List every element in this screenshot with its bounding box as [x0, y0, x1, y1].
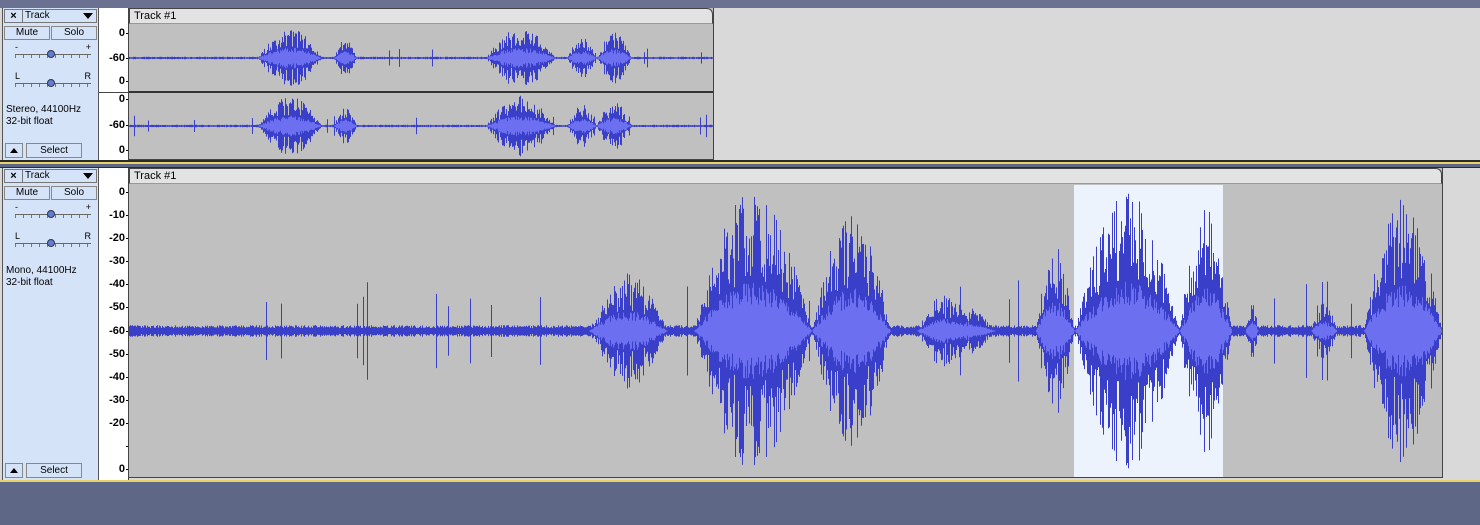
ruler-label: -40 [109, 371, 128, 383]
track-sample-format: 32-bit float [6, 277, 53, 288]
track-format: Stereo, 44100Hz [6, 104, 82, 115]
pan-left-label: L [15, 231, 21, 241]
gain-minus-label: - [15, 42, 18, 52]
slider-thumb[interactable] [47, 239, 55, 247]
gain-slider[interactable]: - + [11, 42, 91, 61]
gain-plus-label: + [85, 202, 91, 212]
ruler-label: -20 [109, 417, 128, 429]
ruler-label: -30 [109, 394, 128, 406]
waveform-right-channel[interactable] [129, 93, 713, 159]
pan-slider[interactable]: L R [11, 231, 92, 250]
audio-clip[interactable]: Track #1 [128, 8, 714, 160]
slider-thumb[interactable] [47, 50, 55, 58]
track-control-panel[interactable]: × Track Mute Solo - + L R [2, 8, 99, 160]
audio-clip[interactable]: Track #1 [128, 168, 1443, 478]
ruler-label: 0 [118, 93, 129, 105]
slider-thumb[interactable] [47, 210, 55, 218]
select-track-button[interactable]: Select [26, 143, 82, 158]
ruler-label: -50 [109, 348, 128, 360]
ruler-label: -30 [109, 255, 128, 267]
track-control-panel[interactable]: × Track Mute Solo - + L R [2, 168, 99, 480]
vertical-ruler[interactable]: 0 -10 -20 -30 -40 -50 -60 -50 -40 -30 -20 0 [99, 168, 129, 480]
track-name[interactable]: Track [25, 10, 50, 22]
ruler-label: 0 [118, 144, 129, 156]
ruler-label: 0 [118, 186, 129, 198]
ruler-label: 0 [118, 27, 129, 39]
solo-button[interactable]: Solo [51, 186, 97, 200]
ruler-label: -50 [109, 301, 128, 313]
pan-right-label: R [84, 71, 92, 81]
waveform-mono[interactable] [129, 185, 1442, 477]
ruler-label: -40 [109, 278, 128, 290]
ruler-label: -60 [109, 325, 128, 337]
track-stereo[interactable]: × Track Mute Solo - + L R Stereo, 44100H… [0, 8, 1480, 162]
track-format: Mono, 44100Hz [6, 265, 77, 276]
track-separator [0, 480, 1480, 482]
track-title-bar[interactable]: × Track [4, 169, 97, 183]
close-icon[interactable]: × [5, 170, 23, 182]
track-sample-format: 32-bit float [6, 116, 53, 127]
collapse-track-button[interactable] [5, 143, 23, 158]
gain-slider[interactable]: - + [11, 202, 91, 221]
clip-title[interactable]: Track #1 [129, 8, 713, 24]
select-track-button[interactable]: Select [26, 463, 82, 478]
track-separator [0, 162, 1480, 164]
ruler-label: 0 [118, 75, 129, 87]
clip-title[interactable]: Track #1 [129, 168, 1442, 184]
audacity-window: × Track Mute Solo - + L R Stereo, 44100H… [0, 0, 1480, 525]
solo-button[interactable]: Solo [51, 26, 97, 40]
close-icon[interactable]: × [5, 10, 23, 22]
ruler-label: -60 [109, 119, 128, 131]
ruler-label: -10 [109, 209, 128, 221]
track-title-bar[interactable]: × Track [4, 9, 97, 23]
pan-slider[interactable]: L R [11, 71, 92, 90]
ruler-label: -20 [109, 232, 128, 244]
mute-button[interactable]: Mute [4, 26, 50, 40]
slider-thumb[interactable] [47, 79, 55, 87]
dropdown-arrow-icon[interactable] [83, 173, 93, 179]
pan-right-label: R [84, 231, 92, 241]
vertical-ruler[interactable]: 0 -60 0 0 -60 0 [99, 8, 129, 160]
collapse-track-button[interactable] [5, 463, 23, 478]
track-name[interactable]: Track [25, 170, 50, 182]
gain-minus-label: - [15, 202, 18, 212]
pan-left-label: L [15, 71, 21, 81]
mute-button[interactable]: Mute [4, 186, 50, 200]
waveform-left-channel[interactable] [129, 25, 713, 91]
gain-plus-label: + [85, 42, 91, 52]
dropdown-arrow-icon[interactable] [83, 13, 93, 19]
ruler-label: -60 [109, 52, 128, 64]
track-mono[interactable]: × Track Mute Solo - + L R Mono, 44100Hz … [0, 167, 1480, 482]
ruler-label: 0 [118, 463, 129, 475]
